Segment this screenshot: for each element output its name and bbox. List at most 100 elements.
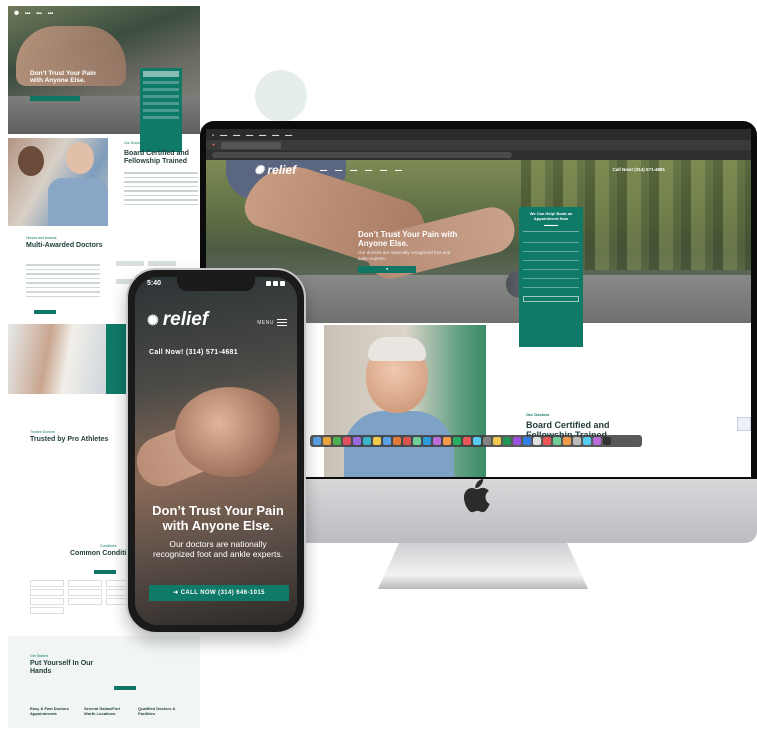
site-logo[interactable]: ✺ relief [254, 163, 296, 177]
arrow-icon: ➜ [173, 590, 181, 596]
dock-icon[interactable] [403, 437, 411, 445]
hero-call-button[interactable]: ➜ [358, 266, 416, 273]
nav-item[interactable]: ▬▬ [350, 168, 357, 172]
recaptcha-icon[interactable] [737, 417, 751, 431]
trusted-label: Trusted Doctors [30, 430, 55, 434]
dock-icon[interactable] [313, 437, 321, 445]
dock-icon[interactable] [493, 437, 501, 445]
browser-tab[interactable] [221, 141, 282, 149]
awards-label: Honors and Awards [26, 236, 57, 240]
dock-icon[interactable] [373, 437, 381, 445]
form-select[interactable] [523, 270, 579, 279]
dock-icon[interactable] [533, 437, 541, 445]
longpage-hero-button[interactable] [30, 96, 80, 101]
dock-icon[interactable] [343, 437, 351, 445]
form-field[interactable] [523, 234, 579, 243]
dock-icon[interactable] [323, 437, 331, 445]
dock-icon[interactable] [573, 437, 581, 445]
getstarted-button[interactable] [114, 686, 136, 690]
awards-button[interactable] [34, 310, 56, 314]
dock-icon[interactable] [443, 437, 451, 445]
dock-icon[interactable] [523, 437, 531, 445]
mobile-logo[interactable]: ✺ relief [147, 309, 208, 331]
hero-subtitle: Our doctors are nationally recognized fo… [358, 250, 451, 261]
dock-icon[interactable] [353, 437, 361, 445]
browser-tabbar: ● [206, 140, 751, 150]
form-phone: ▬▬▬▬ [544, 223, 558, 227]
apple-menu-icon[interactable]: ● [212, 133, 214, 137]
mac-menubar: ● ▬▬ ▬▬ ▬▬ ▬▬ ▬▬ ▬▬ [206, 129, 751, 140]
form-title: We Can Help! Book an Appointment Now [529, 211, 573, 221]
conditions-button[interactable] [94, 570, 116, 574]
nav-item[interactable]: ▬▬ [335, 168, 342, 172]
longpage-form [140, 68, 182, 152]
form-field[interactable] [523, 261, 579, 270]
dock-icon[interactable] [423, 437, 431, 445]
nav-item[interactable]: ▬▬ [395, 168, 402, 172]
dock-icon[interactable] [383, 437, 391, 445]
dock-icon[interactable] [503, 437, 511, 445]
dock-icon[interactable] [483, 437, 491, 445]
form-field[interactable] [523, 243, 579, 252]
status-icons [261, 281, 285, 286]
dock-icon[interactable] [553, 437, 561, 445]
longpage-board-text [124, 172, 198, 208]
getstarted-title: Put Yourself In Our Hands [30, 660, 94, 675]
stat-item: Qualified Doctors & Facilities [138, 706, 176, 716]
browser-urlbar [206, 150, 751, 160]
mobile-menu-button[interactable]: MENU [257, 319, 287, 326]
dock-icon[interactable] [413, 437, 421, 445]
awards-text [26, 264, 100, 300]
nav-item[interactable]: ▬▬ [320, 168, 327, 172]
nav-item[interactable]: ▬▬ [380, 168, 387, 172]
imac-stand [378, 543, 588, 589]
mobile-call-link[interactable]: Call Now! (314) 571-4681 [149, 349, 238, 356]
handshake-photo [8, 324, 106, 394]
appointment-form: We Can Help! Book an Appointment Now ▬▬▬… [519, 207, 583, 347]
mac-dock [310, 435, 642, 447]
form-submit-button[interactable] [523, 295, 579, 302]
iphone-mockup: 5:40 ✺ relief MENU Call Now! (314) 571-4… [126, 268, 306, 634]
trash-icon[interactable] [603, 437, 611, 445]
dock-icon[interactable] [583, 437, 591, 445]
longpage-nav: ✺ ■■■ ■■■ ■■■ [14, 10, 54, 17]
doctors-photo [8, 138, 108, 226]
longpage-board-title: Board Certified and Fellowship Trained [124, 150, 189, 165]
status-time: 5:40 [147, 280, 162, 287]
stat-item: Several Dallas/Fort Worth Locations [84, 706, 121, 716]
form-select[interactable] [523, 279, 579, 288]
dock-icon[interactable] [433, 437, 441, 445]
longpage-hero-title: Don’t Trust Your Pain with Anyone Else. [30, 70, 96, 84]
nav-call-link[interactable]: Call Now! (314) 571-4681 [612, 167, 665, 172]
dock-icon[interactable] [453, 437, 461, 445]
decorative-circle [255, 70, 307, 122]
dock-icon[interactable] [593, 437, 601, 445]
dock-icon[interactable] [463, 437, 471, 445]
dock-icon[interactable] [563, 437, 571, 445]
window-controls-icon[interactable]: ● [212, 142, 215, 148]
getstarted-label: Get Started [30, 654, 48, 658]
longpage-doctors-label: Our Doctors [124, 141, 143, 145]
trusted-title: Trusted by Pro Athletes [30, 436, 109, 443]
dock-icon[interactable] [513, 437, 521, 445]
doctor-photo [324, 325, 486, 477]
phone-screen: 5:40 ✺ relief MENU Call Now! (314) 571-4… [135, 277, 297, 625]
address-field[interactable] [212, 152, 512, 158]
relief-sun-icon: ✺ [147, 311, 159, 328]
longpage-logo: ✺ [14, 10, 20, 17]
dock-icon[interactable] [473, 437, 481, 445]
nav-item[interactable]: ▬▬ [365, 168, 372, 172]
mobile-hero-title: Don’t Trust Your Pain with Anyone Else. [152, 503, 284, 533]
mobile-hero-subtitle: Our doctors are nationally recognized fo… [153, 539, 283, 559]
form-field[interactable] [523, 252, 579, 261]
dock-icon[interactable] [393, 437, 401, 445]
dock-icon[interactable] [363, 437, 371, 445]
apple-logo-icon [463, 479, 490, 513]
dock-icon[interactable] [333, 437, 341, 445]
mobile-call-button[interactable]: ➜ CALL NOW (314) 646-1015 [149, 585, 289, 601]
hero-title: Don’t Trust Your Pain with Anyone Else. [358, 230, 458, 248]
dock-icon[interactable] [543, 437, 551, 445]
awards-title: Multi-Awarded Doctors [26, 242, 103, 249]
stats-row: Easy & Fast Doctors Appointments Several… [30, 706, 200, 716]
teal-accent-block [106, 324, 128, 394]
